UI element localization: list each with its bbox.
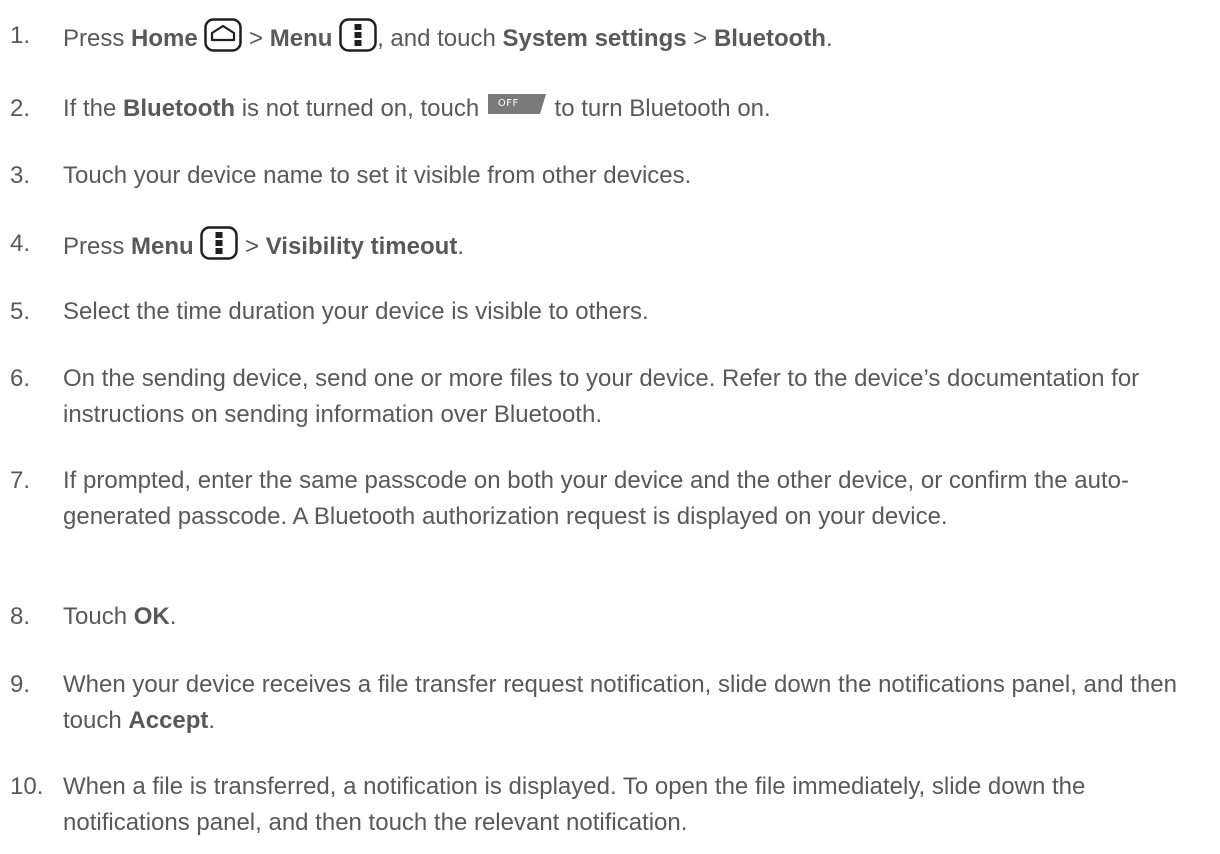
step-text: Touch OK. xyxy=(63,603,177,630)
step-number: 10. xyxy=(10,773,44,800)
home-key-icon xyxy=(204,18,243,63)
step-text: When a file is transferred, a notificati… xyxy=(63,773,1086,836)
step-number: 1. xyxy=(10,22,31,49)
menu-label: Menu xyxy=(131,233,194,260)
instruction-document: 1. Press Home > Menu , and touch System … xyxy=(0,0,1220,854)
step-number: 3. xyxy=(10,162,31,189)
bluetooth-label: Bluetooth xyxy=(123,95,236,122)
step-number: 4. xyxy=(10,230,31,257)
step-text: Press Menu > Visibility timeout. xyxy=(63,226,1208,271)
step-number: 5. xyxy=(10,298,31,325)
step-text: Touch your device name to set it visible… xyxy=(63,162,692,189)
step-number: 8. xyxy=(10,603,31,630)
bluetooth-label: Bluetooth xyxy=(713,25,826,52)
menu-key-icon xyxy=(339,18,377,63)
step-text: If prompted, enter the same passcode on … xyxy=(63,467,1129,530)
menu-key-icon xyxy=(200,226,239,271)
step-text: On the sending device, send one or more … xyxy=(63,365,1140,428)
toggle-label: OFF xyxy=(497,98,519,109)
step-text: When your device receives a file transfe… xyxy=(63,671,1177,734)
system-settings-label: System settings xyxy=(502,25,687,52)
step-number: 9. xyxy=(10,671,31,698)
step-number: 2. xyxy=(10,95,31,122)
step-number: 7. xyxy=(10,467,31,494)
step-text: Select the time duration your device is … xyxy=(63,298,649,325)
visibility-timeout-label: Visibility timeout xyxy=(265,233,458,260)
menu-label: Menu xyxy=(269,25,333,52)
home-label: Home xyxy=(131,25,198,52)
accept-label: Accept xyxy=(128,707,209,734)
step-text: Press Home > Menu , and touch System set… xyxy=(63,18,1208,63)
off-toggle-icon: OFF xyxy=(487,94,546,114)
step-number: 6. xyxy=(10,365,31,392)
ok-label: OK xyxy=(133,603,170,630)
step-text: If the Bluetooth is not turned on, touch… xyxy=(63,94,771,122)
